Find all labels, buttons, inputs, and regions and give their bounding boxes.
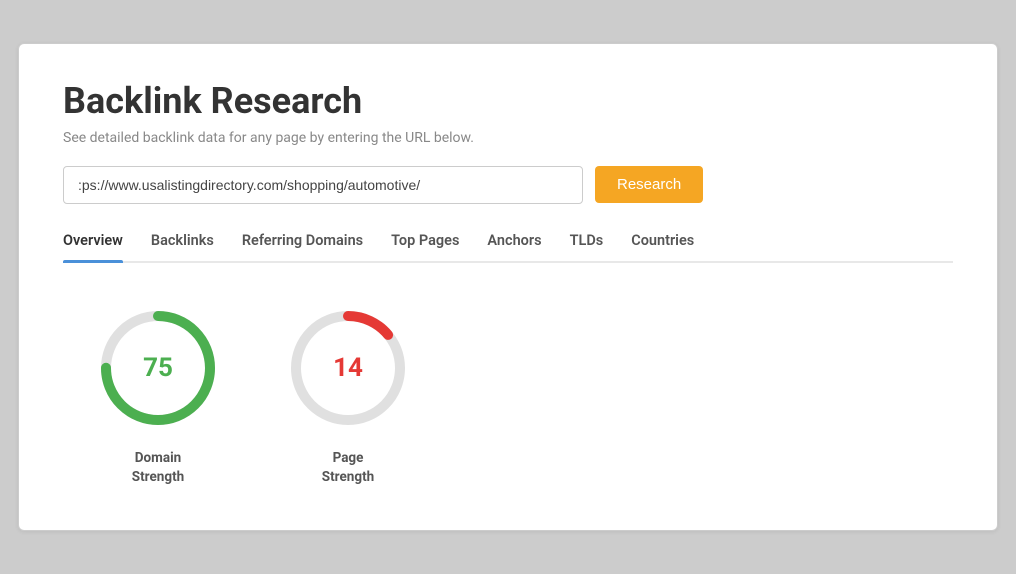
main-window: Backlink Research See detailed backlink … [18, 43, 998, 532]
metric-item: 75 DomainStrength [93, 303, 223, 487]
tab-anchors[interactable]: Anchors [487, 232, 541, 261]
donut-chart: 14 [283, 303, 413, 433]
metrics-row: 75 DomainStrength 14 PageStrength [63, 303, 953, 487]
metric-item: 14 PageStrength [283, 303, 413, 487]
tab-countries[interactable]: Countries [631, 232, 694, 261]
metric-value: 14 [333, 353, 363, 383]
metric-value: 75 [143, 353, 173, 383]
metric-title: PageStrength [322, 449, 374, 487]
tab-referring-domains[interactable]: Referring Domains [242, 232, 363, 261]
research-button[interactable]: Research [595, 166, 703, 203]
donut-chart: 75 [93, 303, 223, 433]
page-title: Backlink Research [63, 80, 953, 122]
tab-backlinks[interactable]: Backlinks [151, 232, 214, 261]
tab-top-pages[interactable]: Top Pages [391, 232, 459, 261]
page-subtitle: See detailed backlink data for any page … [63, 130, 953, 146]
search-row: Research [63, 166, 953, 204]
metric-title: DomainStrength [132, 449, 184, 487]
tab-overview[interactable]: Overview [63, 232, 123, 261]
tabs-bar: Overview Backlinks Referring Domains Top Pa… [63, 232, 953, 263]
url-input[interactable] [63, 166, 583, 204]
tab-tlds[interactable]: TLDs [570, 232, 604, 261]
